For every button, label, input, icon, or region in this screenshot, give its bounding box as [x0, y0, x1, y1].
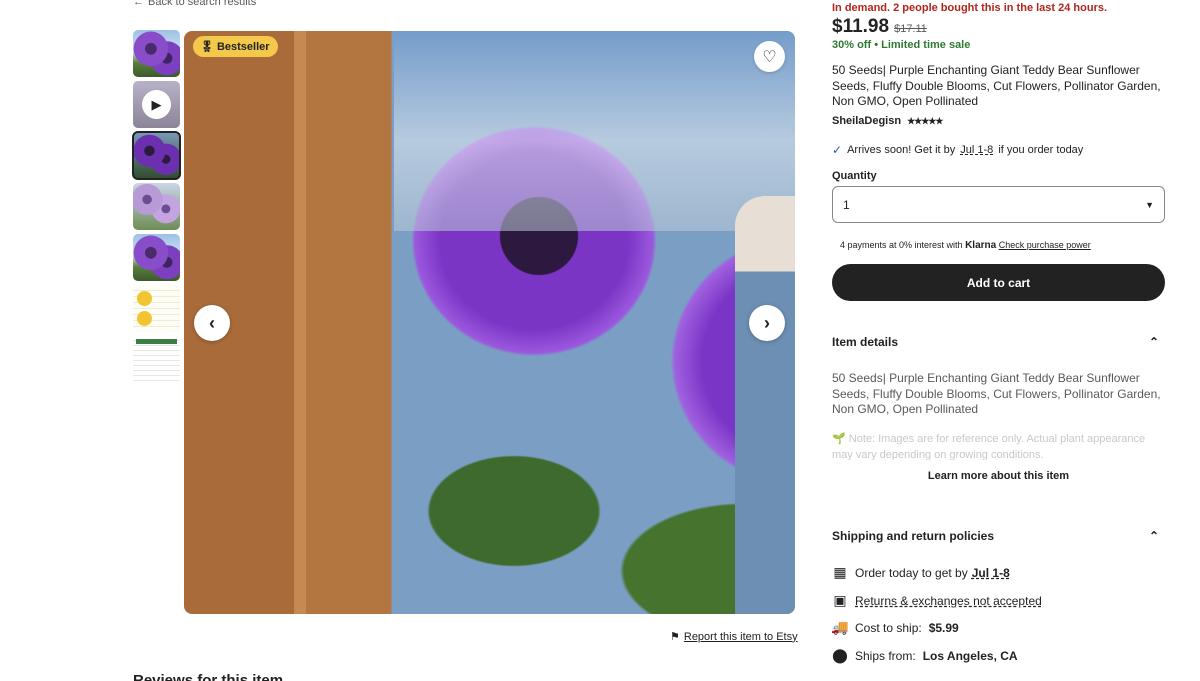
demand-notice: In demand. 2 people bought this in the l… — [832, 2, 1108, 14]
cost-value: $5.99 — [928, 620, 959, 635]
bestseller-label: Bestseller — [216, 40, 270, 53]
arrives-prefix: Arrives soon! Get it by — [847, 144, 956, 156]
price-row: $11.98 $17.11 — [832, 16, 927, 38]
order-prefix: Order today to get by — [855, 565, 968, 580]
report-item-link[interactable]: ⚑ Report this item to Etsy — [670, 630, 798, 644]
favorite-button[interactable]: ♡ — [754, 41, 785, 72]
location-pin-icon: ⬤ — [832, 647, 848, 663]
discount-label: 30% off — [832, 39, 872, 51]
main-product-image[interactable] — [184, 31, 795, 614]
ship-returns-row: ▣ Returns & exchanges not accepted — [832, 592, 1042, 609]
original-price: $17.11 — [894, 23, 927, 35]
klarna-brand: Klarna — [965, 240, 997, 251]
thumbnail-5[interactable] — [133, 234, 180, 281]
returns-policy[interactable]: Returns & exchanges not accepted — [855, 594, 1042, 608]
image-sky — [394, 31, 795, 231]
chevron-left-icon: ‹ — [209, 312, 215, 333]
reviews-heading: Reviews for this item — [133, 672, 284, 681]
order-date[interactable]: Jul 1-8 — [972, 566, 1010, 580]
from-label: Ships from: — [855, 648, 916, 663]
klarna-link[interactable]: Check purchase power — [999, 240, 1091, 250]
caret-down-icon: ▼ — [1145, 199, 1154, 210]
thumbnail-7[interactable] — [133, 336, 180, 383]
from-value: Los Angeles, CA — [922, 648, 1018, 663]
ship-cost-row: 🚚 Cost to ship: $5.99 — [831, 619, 959, 636]
quantity-value: 1 — [843, 197, 850, 212]
report-link-label: Report this item to Etsy — [683, 630, 798, 643]
cost-label: Cost to ship: — [855, 620, 922, 635]
bestseller-badge: 🎖 Bestseller — [193, 36, 278, 57]
thumbnail-video[interactable]: ▶ — [133, 81, 180, 128]
next-image-button[interactable]: › — [749, 305, 785, 341]
shipping-policies-toggle[interactable]: Shipping and return policies ⌃ — [832, 529, 1165, 543]
package-icon: ▣ — [833, 592, 847, 608]
delivery-estimate: ✓ Arrives soon! Get it by Jul 1-8 if you… — [832, 143, 1083, 157]
previous-image-button[interactable]: ‹ — [194, 305, 230, 341]
ship-order-row: ▦ Order today to get by Jul 1-8 — [832, 564, 1010, 581]
medal-icon: 🎖 — [200, 41, 214, 53]
add-to-cart-button[interactable]: Add to cart — [832, 264, 1165, 301]
back-link-label: Back to search results — [148, 0, 257, 8]
learn-more-button[interactable]: Learn more about this item — [832, 470, 1165, 482]
item-details-text: 50 Seeds| Purple Enchanting Giant Teddy … — [832, 371, 1161, 416]
arrives-date[interactable]: Jul 1-8 — [960, 144, 993, 156]
sale-price: $11.98 — [832, 16, 890, 37]
item-details-note: 🌱 Note: Images are for reference only. A… — [832, 433, 1146, 460]
arrives-suffix: if you order today — [998, 144, 1084, 156]
chevron-up-icon: ⌃ — [1148, 335, 1159, 349]
thumbnail-3-selected[interactable] — [132, 131, 181, 180]
shipping-heading: Shipping and return policies — [832, 529, 995, 543]
arrow-left-icon: ← — [133, 0, 144, 8]
quantity-select[interactable]: 1 ▼ — [832, 186, 1165, 223]
thumbnail-4[interactable] — [133, 183, 180, 230]
product-title: 50 Seeds| Purple Enchanting Giant Teddy … — [832, 63, 1161, 108]
item-details-heading: Item details — [832, 335, 899, 349]
thumbnail-1[interactable] — [133, 30, 180, 77]
flag-icon: ⚑ — [670, 631, 680, 643]
sale-note: Limited time sale — [881, 39, 971, 51]
star-rating: ★★★★★ — [907, 115, 943, 126]
play-icon: ▶ — [142, 90, 171, 119]
item-details-toggle[interactable]: Item details ⌃ — [832, 335, 1165, 349]
klarna-text: 4 payments at 0% interest with — [840, 240, 963, 250]
ship-from-row: ⬤ Ships from: Los Angeles, CA — [832, 647, 1018, 664]
seller-row: SheilaDegisn ★★★★★ — [832, 115, 943, 127]
chevron-up-icon: ⌃ — [1148, 529, 1159, 543]
truck-icon: 🚚 — [831, 619, 849, 635]
image-person — [735, 196, 795, 614]
klarna-info: 4 payments at 0% interest with Klarna Ch… — [840, 240, 1091, 251]
calendar-icon: ▦ — [833, 564, 847, 580]
quantity-label: Quantity — [832, 170, 877, 182]
chevron-right-icon: › — [764, 312, 770, 333]
thumbnail-strip: ▶ — [132, 30, 181, 387]
thumbnail-6[interactable] — [133, 285, 180, 332]
back-to-search-link[interactable]: ← Back to search results — [133, 0, 256, 8]
sale-info: 30% off • Limited time sale — [832, 39, 970, 51]
check-icon: ✓ — [832, 143, 843, 157]
seller-name[interactable]: SheilaDegisn — [832, 115, 901, 127]
heart-icon: ♡ — [762, 48, 777, 66]
